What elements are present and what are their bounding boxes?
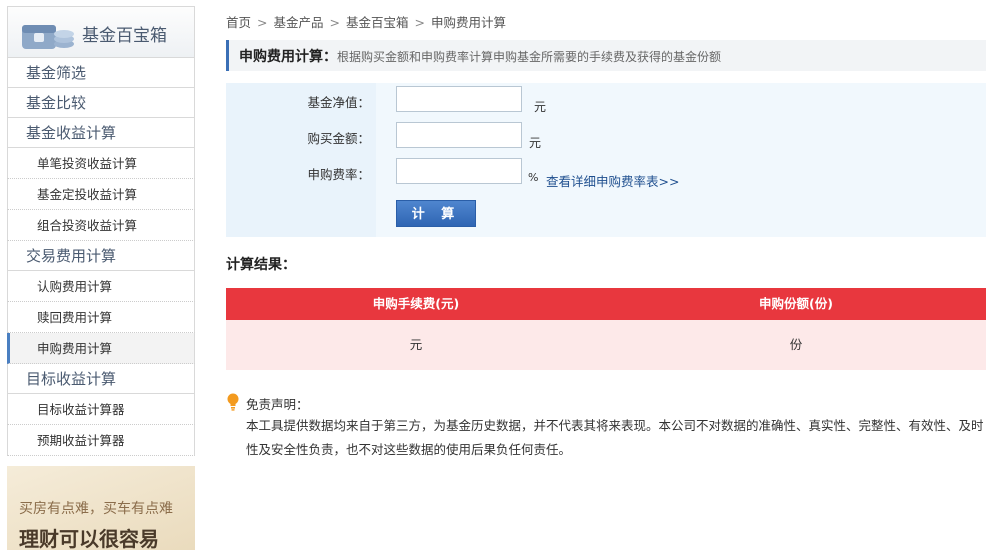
chevron-right-icon: > [329,15,340,30]
sidebar-ad-banner[interactable]: 买房有点难，买车有点难 理财可以很容易 [7,466,195,550]
result-fee-value: 元 [409,337,423,352]
sidebar-item-fixed-investment[interactable]: 基金定投收益计算 [7,179,195,210]
sidebar-category-fee-calc[interactable]: 交易费用计算 [7,241,195,271]
calculator-form: 基金净值： 元 购买金额： 元 申购费率： % 查看详细申购费率表>> 计 算 [226,83,986,237]
sidebar-title: 基金百宝箱 [82,26,167,46]
nav-unit: 元 [534,100,547,114]
sidebar-item-fund-compare[interactable]: 基金比较 [7,88,195,118]
sidebar-item-single-investment[interactable]: 单笔投资收益计算 [7,148,195,179]
result-shares-value: 份 [789,337,803,352]
breadcrumb-current: 申购费用计算 [431,15,507,30]
amount-label: 购买金额： [307,131,370,146]
rate-input[interactable] [396,158,522,184]
breadcrumb: 首页 > 基金产品 > 基金百宝箱 > 申购费用计算 [226,12,506,31]
treasure-box-icon [22,25,74,49]
calculator-description: 根据购买金额和申购费率计算申购基金所需要的手续费及获得的基金份额 [337,50,722,64]
disclaimer-title: 免责声明： [246,397,309,412]
breadcrumb-fund-products[interactable]: 基金产品 [274,15,324,30]
sidebar-item-portfolio-investment[interactable]: 组合投资收益计算 [7,210,195,241]
rate-unit: % [528,171,539,184]
ad-tagline: 买房有点难，买车有点难 [19,501,173,517]
header-fee: 申购手续费(元) [372,296,460,311]
nav-label: 基金净值： [307,95,370,110]
calculator-title-bar: 申购费用计算：根据购买金额和申购费率计算申购基金所需要的手续费及获得的基金份额 [226,40,986,71]
result-table: 申购手续费(元) 申购份额(份) 元 份 [226,288,986,370]
rate-label: 申购费率： [307,167,370,182]
nav-input[interactable] [396,86,522,112]
calculate-button[interactable]: 计 算 [396,200,476,227]
sidebar-item-purchase-fee[interactable]: 申购费用计算 [7,333,195,364]
chevron-right-icon: > [257,15,268,30]
table-row: 元 份 [226,320,986,370]
sidebar-header: 基金百宝箱 [7,6,195,58]
sidebar: 基金百宝箱 基金筛选 基金比较 基金收益计算 单笔投资收益计算 基金定投收益计算… [7,6,195,456]
disclaimer-body: 本工具提供数据均来自于第三方，为基金历史数据，并不代表其将来表现。本公司不对数据… [246,418,984,457]
header-shares: 申购份额(份) [759,296,833,311]
breadcrumb-fund-toolbox[interactable]: 基金百宝箱 [346,15,409,30]
sidebar-item-expected-calculator[interactable]: 预期收益计算器 [7,425,195,456]
sidebar-item-subscription-fee[interactable]: 认购费用计算 [7,271,195,302]
sidebar-item-fund-filter[interactable]: 基金筛选 [7,58,195,88]
amount-unit: 元 [529,136,542,150]
sidebar-category-return-calc[interactable]: 基金收益计算 [7,118,195,148]
chevron-right-icon: > [414,15,425,30]
calculator-title: 申购费用计算： [239,49,337,65]
sidebar-category-target-return[interactable]: 目标收益计算 [7,364,195,394]
lightbulb-icon [227,393,239,411]
amount-input[interactable] [396,122,522,148]
result-title: 计算结果： [226,257,296,273]
result-table-header: 申购手续费(元) 申购份额(份) [226,288,986,320]
sidebar-item-target-calculator[interactable]: 目标收益计算器 [7,394,195,425]
rate-table-link[interactable]: 查看详细申购费率表>> [546,171,679,190]
sidebar-item-redemption-fee[interactable]: 赎回费用计算 [7,302,195,333]
breadcrumb-home[interactable]: 首页 [226,15,251,30]
ad-headline: 理财可以很容易 [19,527,159,550]
